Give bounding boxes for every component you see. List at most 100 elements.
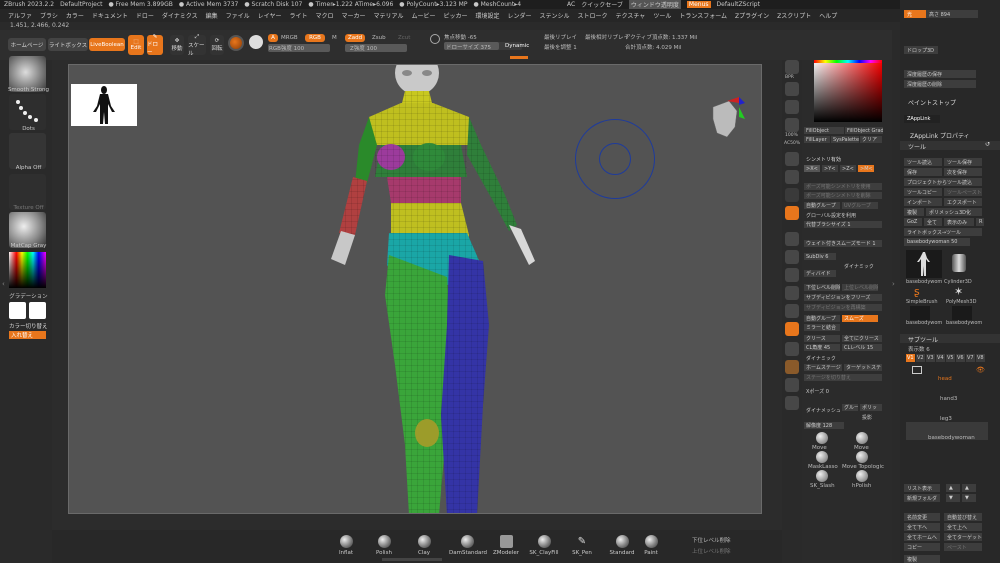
brush-damstandard[interactable]: DamStandard xyxy=(449,535,487,556)
copy-tool-button[interactable]: ツールコピー xyxy=(904,188,942,196)
r-button[interactable]: R xyxy=(976,218,984,226)
transparent-icon[interactable] xyxy=(785,342,799,356)
default-zscript-button[interactable]: DefaultZScript xyxy=(717,1,760,8)
list-all-button[interactable]: リスト表示 xyxy=(904,484,940,492)
rebuild-subdiv-button[interactable]: サブディビジョンを再構築 xyxy=(804,304,882,311)
dynamic-toggle[interactable]: Dynamic xyxy=(505,43,529,49)
menu-stencil[interactable]: ステンシル xyxy=(540,11,570,20)
cylinder3d-icon[interactable] xyxy=(952,254,966,272)
dynamesh-resolution-slider[interactable]: 解像度 128 xyxy=(804,422,844,429)
dynamic-2-button[interactable]: ダイナミック xyxy=(804,355,840,362)
v4-tab[interactable]: V4 xyxy=(936,354,945,362)
home-stage-button[interactable]: ホームステージ xyxy=(804,364,842,371)
copy-button[interactable]: コピー xyxy=(904,543,940,551)
zoom-100-label[interactable]: 100% xyxy=(785,133,798,138)
draw-button[interactable]: ✎ ドロー xyxy=(147,34,163,56)
tool-header[interactable]: ツール ↺ xyxy=(900,141,1000,151)
secondary-color-swatch[interactable] xyxy=(29,302,46,319)
fill-object-grad-button[interactable]: FillObject Grad xyxy=(845,127,883,134)
v5-tab[interactable]: V5 xyxy=(946,354,955,362)
ghost-icon[interactable] xyxy=(785,360,799,374)
sk-slash-brush-icon[interactable] xyxy=(816,470,828,482)
edit-button[interactable]: ⬚ Edit xyxy=(128,35,144,55)
zadd-button[interactable]: Zadd xyxy=(345,34,365,42)
brush-clay[interactable]: Clay xyxy=(410,535,438,556)
light-button[interactable]: 光 xyxy=(904,10,926,18)
rotate-view-icon[interactable] xyxy=(785,286,799,300)
dynamesh-button[interactable]: ダイナメッシュ xyxy=(804,407,840,414)
xyz-icon[interactable] xyxy=(785,206,799,220)
move-brush-icon[interactable] xyxy=(816,432,828,444)
crease-button[interactable]: クリース xyxy=(804,335,840,342)
use-posable-symmetry-button[interactable]: ポーズ可能シンメトリを使用 xyxy=(804,183,882,190)
document-viewport[interactable] xyxy=(68,64,762,514)
arrow-down-icon[interactable]: ▼ xyxy=(946,494,960,502)
menu-help[interactable]: ヘルプ xyxy=(819,11,837,20)
brush-sk-pen[interactable]: ✎ SK_Pen xyxy=(568,535,596,556)
menu-picker[interactable]: ピッカー xyxy=(443,11,467,20)
brush-inflat[interactable]: Inflat xyxy=(332,535,360,556)
line-fill-icon[interactable] xyxy=(785,304,799,318)
delete-depth-history-button[interactable]: 深度履歴の削除 xyxy=(904,80,976,88)
global-settings-button[interactable]: グローバル設定を利用 xyxy=(804,212,882,219)
make-polymesh-button[interactable]: ポリメッシュ3D化 xyxy=(926,208,982,216)
move-topological-brush-icon[interactable] xyxy=(856,451,868,463)
color-picker[interactable] xyxy=(9,252,46,288)
brush-polish[interactable]: Polish xyxy=(370,535,398,556)
replay-last-relative-button[interactable]: 最後相対リプレイ xyxy=(585,33,629,41)
delete-higher-bottom-button[interactable]: 上位レベル削除 xyxy=(692,547,731,555)
dynamesh-polish-button[interactable]: ポリッ xyxy=(860,404,882,411)
xpose-slider[interactable]: Xポーズ 0 xyxy=(804,388,840,395)
color-picker-square[interactable] xyxy=(814,60,882,122)
spix-icon[interactable] xyxy=(785,82,799,96)
all-high-button[interactable]: 全て上へ xyxy=(944,523,982,531)
menu-tool[interactable]: ツール xyxy=(653,11,671,20)
perspective-icon[interactable] xyxy=(785,152,799,166)
brush-standard[interactable]: Standard xyxy=(608,535,636,556)
gizmo-icon[interactable] xyxy=(785,188,799,202)
smooth-button[interactable]: スムーズ xyxy=(842,315,878,322)
menu-light[interactable]: ライト xyxy=(289,11,307,20)
xpose-icon[interactable] xyxy=(785,396,799,410)
sculpt-model[interactable] xyxy=(69,65,762,514)
goz-button[interactable]: GoZ xyxy=(904,218,922,226)
symmetry-button[interactable]: シンメトリ有効 xyxy=(804,156,874,163)
zapplink-properties-label[interactable]: ZAppLink プロパティ xyxy=(910,131,970,140)
menu-alpha[interactable]: アルファ xyxy=(8,11,32,20)
polyframe-icon[interactable] xyxy=(785,322,799,336)
subtool-head[interactable]: head xyxy=(938,376,952,382)
m-button[interactable]: M xyxy=(332,35,337,41)
load-tool-button[interactable]: ツール読込 xyxy=(904,158,942,166)
switch-color-button[interactable]: カラー切り替え xyxy=(9,322,49,330)
liveboolean-button[interactable]: LiveBoolean xyxy=(89,38,125,51)
hpolish-brush-icon[interactable] xyxy=(856,470,868,482)
zoom-icon[interactable] xyxy=(785,118,799,132)
masklasso-brush-icon[interactable] xyxy=(816,451,828,463)
hue-bar[interactable] xyxy=(814,60,882,63)
freeze-subdiv-button[interactable]: サブディビジョンをフリーズ xyxy=(804,294,882,301)
fill-layer-button[interactable]: FillLayer xyxy=(804,136,830,143)
goz-all-button[interactable]: 全て xyxy=(924,218,942,226)
alpha-thumbnail[interactable] xyxy=(9,133,46,169)
drop3d-button[interactable]: ドロップ3D xyxy=(904,46,938,54)
weighted-smooth-slider[interactable]: ウェイト付きスムーズモード 1 xyxy=(804,240,882,247)
last-replay-button[interactable]: 最後リプレイ xyxy=(544,33,577,41)
menu-macro[interactable]: マクロ xyxy=(315,11,333,20)
zapplink-button[interactable]: ZAppLink xyxy=(904,115,940,123)
delete-higher-button[interactable]: 上位レベル削除 xyxy=(842,284,878,291)
dynamesh-project-button[interactable]: 投影 xyxy=(860,414,882,421)
tool-thumb-basebody-2[interactable] xyxy=(910,306,930,320)
frame-icon[interactable] xyxy=(785,232,799,246)
clone-button[interactable]: 複製 xyxy=(904,208,924,216)
paste-button[interactable]: ペースト xyxy=(944,543,982,551)
save-depth-history-button[interactable]: 深度履歴の保存 xyxy=(904,70,976,78)
mirror-weld-button[interactable]: ミラーと結合 xyxy=(804,324,840,331)
menu-material[interactable]: マテリアル xyxy=(374,11,404,20)
menu-zscript[interactable]: Zスクリプト xyxy=(777,11,811,20)
scroll-icon[interactable] xyxy=(785,100,799,114)
a-button[interactable]: A xyxy=(268,34,278,42)
scale-view-icon[interactable] xyxy=(785,268,799,282)
brush-zmodeler[interactable]: ZModeler xyxy=(492,535,520,556)
reset-icon[interactable]: ↺ xyxy=(985,141,990,148)
main-color-swatch[interactable] xyxy=(9,302,26,319)
